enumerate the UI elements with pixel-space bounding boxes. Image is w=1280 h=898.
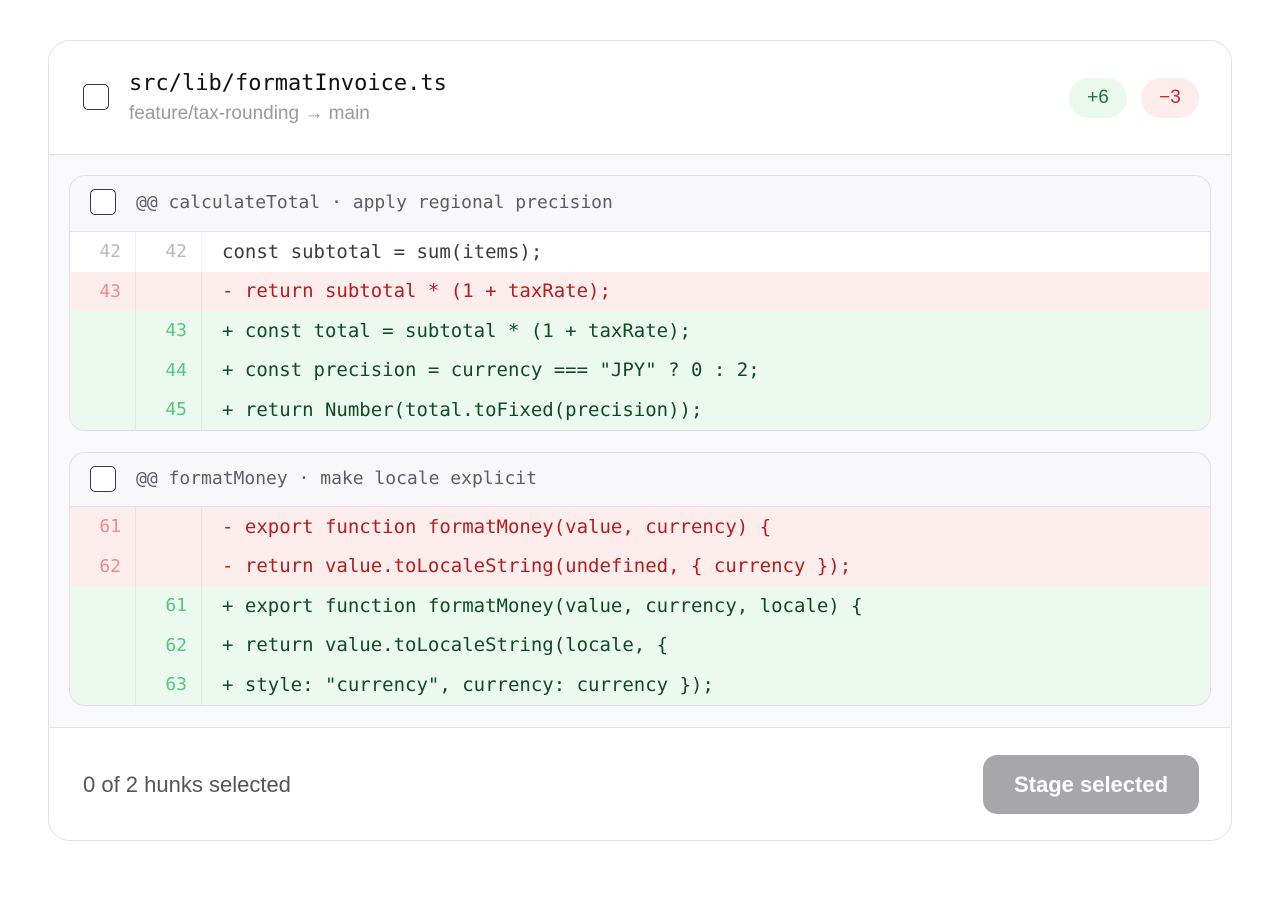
old-line-number: [70, 311, 136, 351]
code-line: - export function formatMoney(value, cur…: [222, 515, 772, 538]
stage-selected-button[interactable]: Stage selected: [983, 755, 1199, 814]
new-line-number: 42: [136, 232, 202, 272]
code-line: + style: "currency", currency: currency …: [222, 673, 714, 696]
hunk-header: @@ calculateTotal · apply regional preci…: [70, 176, 1210, 232]
footer: 0 of 2 hunks selected Stage selected: [49, 727, 1231, 840]
diff-line-added: 61 + export function formatMoney(value, …: [70, 586, 1210, 626]
code-line: - return subtotal * (1 + taxRate);: [222, 280, 611, 303]
code-line: + const total = subtotal * (1 + taxRate)…: [222, 319, 691, 342]
old-line-number: 42: [70, 232, 136, 272]
diff-line-deleted: 61 - export function formatMoney(value, …: [70, 507, 1210, 547]
diff-line-deleted: 62 - return value.toLocaleString(undefin…: [70, 546, 1210, 586]
old-line-number: [70, 665, 136, 705]
new-line-number: 43: [136, 311, 202, 351]
diff-line-deleted: 43 - return subtotal * (1 + taxRate);: [70, 271, 1210, 311]
old-line-number: [70, 350, 136, 390]
code-line: + return value.toLocaleString(locale, {: [222, 634, 669, 657]
old-line-number: [70, 625, 136, 665]
diff-line-added: 45 + return Number(total.toFixed(precisi…: [70, 390, 1210, 430]
new-line-number: [136, 271, 202, 311]
hunk: @@ calculateTotal · apply regional preci…: [69, 175, 1211, 431]
selection-count: 0 of 2 hunks selected: [83, 772, 291, 797]
diff-line-added: 62 + return value.toLocaleString(locale,…: [70, 625, 1210, 665]
new-line-number: [136, 507, 202, 547]
old-line-number: 61: [70, 507, 136, 547]
code-line: - return value.toLocaleString(undefined,…: [222, 555, 852, 578]
diff-card: src/lib/formatInvoice.ts feature/tax-rou…: [48, 40, 1232, 841]
code-line: + return Number(total.toFixed(precision)…: [222, 398, 703, 421]
hunks-area: @@ calculateTotal · apply regional preci…: [49, 155, 1231, 727]
new-line-number: 44: [136, 350, 202, 390]
old-line-number: [70, 390, 136, 430]
old-line-number: [70, 586, 136, 626]
new-line-number: 62: [136, 625, 202, 665]
diff-line-added: 63 + style: "currency", currency: curren…: [70, 665, 1210, 705]
hunk: @@ formatMoney · make locale explicit 61…: [69, 452, 1211, 706]
diff-line-added: 43 + const total = subtotal * (1 + taxRa…: [70, 311, 1210, 351]
file-checkbox[interactable]: [83, 84, 109, 110]
code-line: const subtotal = sum(items);: [222, 240, 543, 263]
hunk-checkbox[interactable]: [90, 466, 116, 492]
code-line: + export function formatMoney(value, cur…: [222, 594, 863, 617]
hunk-title: @@ formatMoney · make locale explicit: [136, 468, 537, 489]
diff-line-context: 42 42 const subtotal = sum(items);: [70, 232, 1210, 272]
new-line-number: 63: [136, 665, 202, 705]
deletions-badge: −3: [1141, 78, 1199, 118]
new-line-number: 45: [136, 390, 202, 430]
new-line-number: 61: [136, 586, 202, 626]
branch-info: feature/tax-rounding → main: [129, 103, 370, 124]
file-header: src/lib/formatInvoice.ts feature/tax-rou…: [49, 41, 1231, 155]
hunk-header: @@ formatMoney · make locale explicit: [70, 453, 1210, 507]
additions-badge: +6: [1069, 78, 1127, 118]
old-line-number: 62: [70, 546, 136, 586]
file-path: src/lib/formatInvoice.ts: [129, 71, 447, 96]
old-line-number: 43: [70, 271, 136, 311]
code-line: + const precision = currency === "JPY" ?…: [222, 359, 760, 382]
new-line-number: [136, 546, 202, 586]
diff-line-added: 44 + const precision = currency === "JPY…: [70, 350, 1210, 390]
hunk-title: @@ calculateTotal · apply regional preci…: [136, 192, 613, 213]
hunk-checkbox[interactable]: [90, 189, 116, 215]
